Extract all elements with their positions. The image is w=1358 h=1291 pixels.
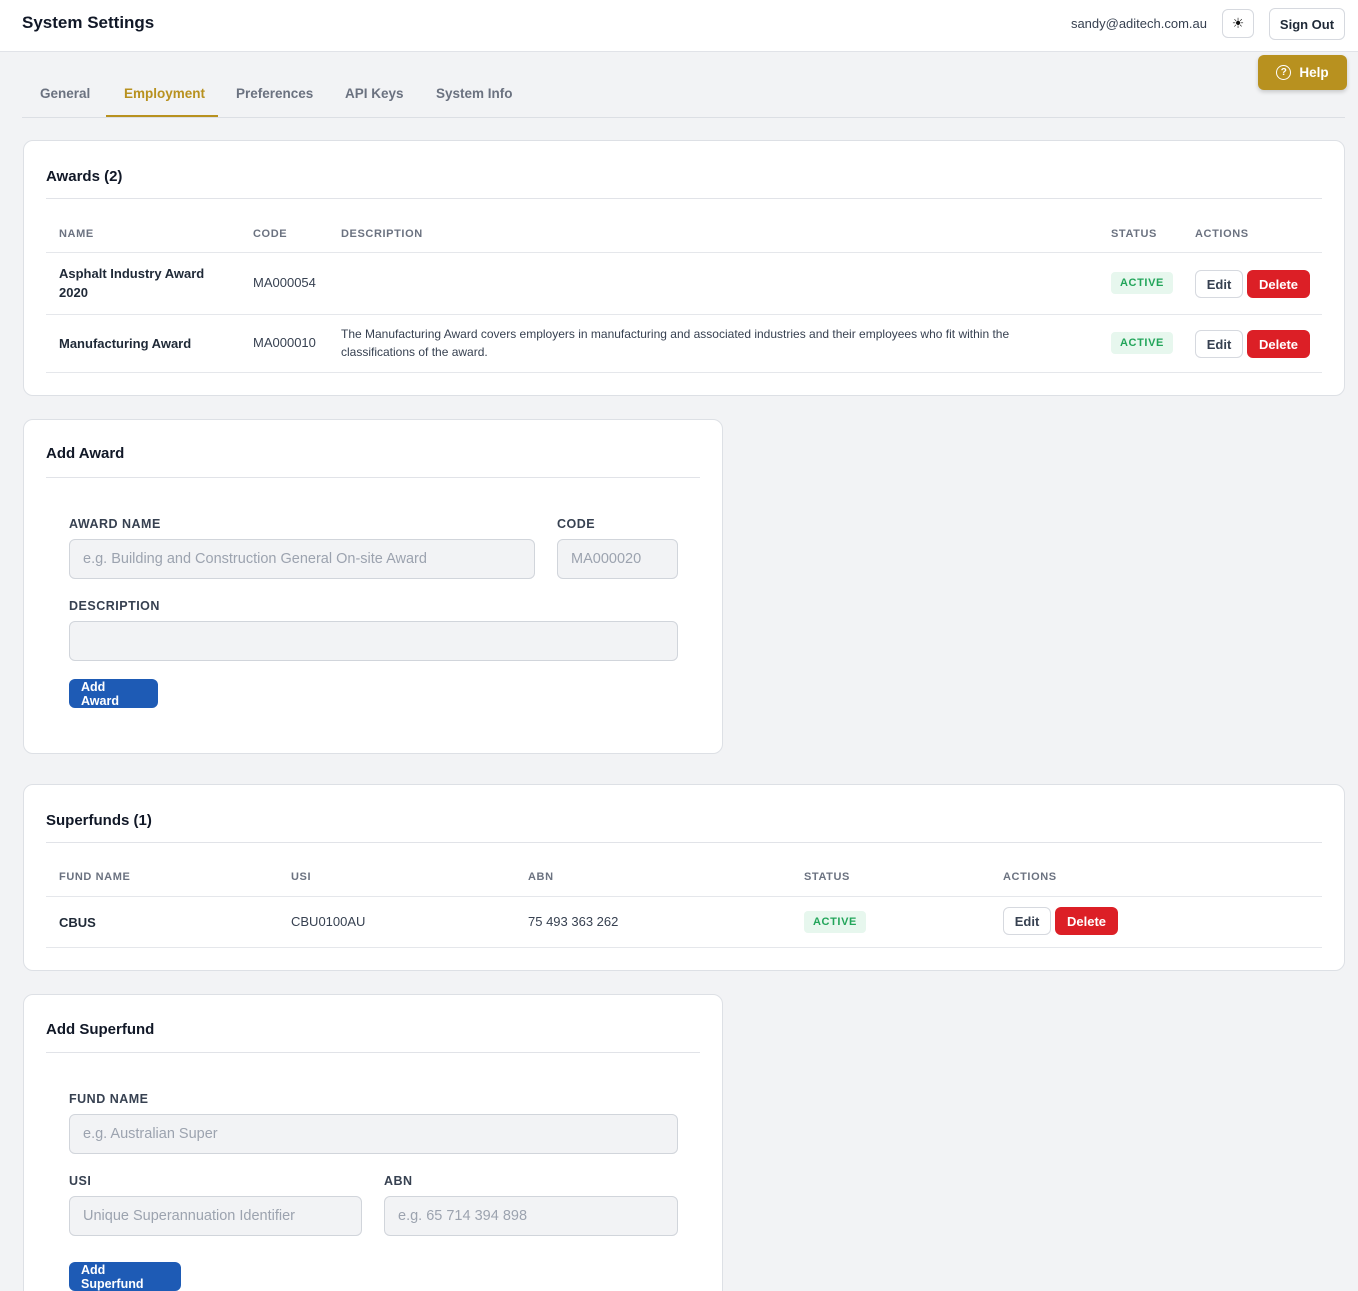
- fund-name-input[interactable]: [69, 1114, 678, 1154]
- description-input[interactable]: [69, 621, 678, 661]
- abn-input[interactable]: [384, 1196, 678, 1236]
- award-code: MA000010: [253, 335, 316, 350]
- page-title: System Settings: [22, 13, 155, 32]
- tab-system-info[interactable]: System Info: [436, 86, 513, 101]
- theme-toggle-button[interactable]: ☀: [1222, 9, 1254, 38]
- sign-out-button[interactable]: Sign Out: [1269, 8, 1345, 40]
- fund-usi: CBU0100AU: [291, 914, 366, 929]
- add-superfund-divider: [46, 1052, 700, 1053]
- award-name-label: AWARD NAME: [69, 517, 161, 531]
- tab-api-keys[interactable]: API Keys: [345, 86, 404, 101]
- edit-award-button[interactable]: Edit: [1195, 270, 1243, 298]
- col-header-status: STATUS: [804, 871, 850, 883]
- award-code: MA000054: [253, 275, 316, 290]
- status-badge: ACTIVE: [1111, 332, 1173, 354]
- fund-name: CBUS: [59, 915, 96, 930]
- status-badge: ACTIVE: [1111, 272, 1173, 294]
- add-award-title: Add Award: [46, 445, 125, 462]
- award-name: Asphalt Industry Award 2020: [59, 266, 205, 300]
- tab-preferences[interactable]: Preferences: [236, 86, 313, 101]
- col-header-fund-name: FUND NAME: [59, 871, 131, 883]
- col-header-code: CODE: [253, 228, 288, 240]
- awards-card: Awards (2) NAME CODE DESCRIPTION STATUS …: [23, 140, 1345, 396]
- col-header-usi: USI: [291, 871, 312, 883]
- usi-label: USI: [69, 1174, 92, 1188]
- superfunds-card: Superfunds (1) FUND NAME USI ABN STATUS …: [23, 784, 1345, 971]
- award-description: The Manufacturing Award covers employers…: [341, 327, 1010, 359]
- user-email: sandy@aditech.com.au: [1070, 16, 1207, 31]
- add-award-card: Add Award AWARD NAME CODE DESCRIPTION Ad…: [23, 419, 723, 754]
- abn-label: ABN: [384, 1174, 413, 1188]
- description-label: DESCRIPTION: [69, 599, 160, 613]
- col-header-name: NAME: [59, 228, 94, 240]
- award-name: Manufacturing Award: [59, 336, 192, 351]
- status-badge: ACTIVE: [804, 911, 866, 933]
- code-label: CODE: [557, 517, 596, 531]
- col-header-actions: ACTIONS: [1003, 871, 1057, 883]
- table-header-line: [46, 252, 1322, 253]
- awards-divider: [46, 198, 1322, 199]
- settings-tabs: General Employment Preferences API Keys …: [22, 72, 1345, 118]
- award-name-input[interactable]: [69, 539, 535, 579]
- add-superfund-card: Add Superfund FUND NAME USI ABN Add Supe…: [23, 994, 723, 1291]
- add-superfund-title: Add Superfund: [46, 1021, 155, 1038]
- col-header-actions: ACTIONS: [1195, 228, 1249, 240]
- table-header-line: [46, 896, 1322, 897]
- code-input[interactable]: [557, 539, 678, 579]
- col-header-abn: ABN: [528, 871, 554, 883]
- usi-input[interactable]: [69, 1196, 362, 1236]
- edit-superfund-button[interactable]: Edit: [1003, 907, 1051, 935]
- col-header-status: STATUS: [1111, 228, 1157, 240]
- tab-general[interactable]: General: [40, 86, 90, 101]
- awards-title: Awards (2): [46, 168, 123, 185]
- row-divider: [46, 314, 1322, 315]
- superfunds-divider: [46, 842, 1322, 843]
- delete-award-button[interactable]: Delete: [1247, 270, 1310, 298]
- fund-name-label: FUND NAME: [69, 1092, 149, 1106]
- sun-icon: ☀: [1231, 15, 1245, 31]
- tab-employment[interactable]: Employment: [124, 86, 205, 101]
- fund-abn: 75 493 363 262: [528, 914, 619, 929]
- edit-award-button[interactable]: Edit: [1195, 330, 1243, 358]
- row-divider: [46, 947, 1322, 948]
- delete-superfund-button[interactable]: Delete: [1055, 907, 1118, 935]
- col-header-description: DESCRIPTION: [341, 228, 423, 240]
- top-bar: System Settings sandy@aditech.com.au ☀ S…: [0, 0, 1358, 52]
- add-award-button[interactable]: Add Award: [69, 679, 158, 708]
- row-divider: [46, 372, 1322, 373]
- add-award-divider: [46, 477, 700, 478]
- add-superfund-button[interactable]: Add Superfund: [69, 1262, 181, 1291]
- active-tab-indicator: [106, 115, 218, 117]
- delete-award-button[interactable]: Delete: [1247, 330, 1310, 358]
- superfunds-title: Superfunds (1): [46, 812, 152, 829]
